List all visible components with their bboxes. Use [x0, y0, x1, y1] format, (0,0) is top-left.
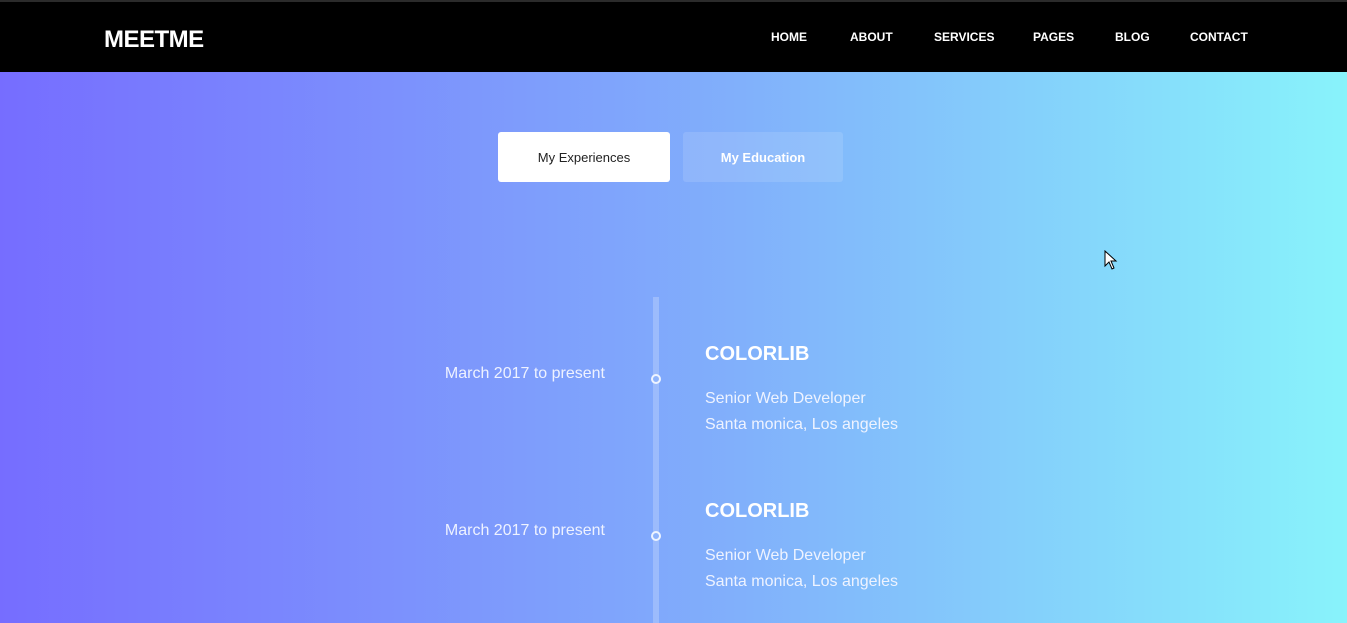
tab-my-education[interactable]: My Education: [683, 132, 843, 182]
timeline-dot: [651, 531, 661, 541]
timeline-company: COLORLIB: [705, 343, 810, 365]
tab-my-experiences[interactable]: My Experiences: [498, 132, 670, 182]
nav-about[interactable]: ABOUT: [850, 30, 893, 44]
timeline-location: Santa monica, Los angeles: [705, 573, 899, 590]
nav-services[interactable]: SERVICES: [934, 30, 994, 44]
timeline-date: March 2017 to present: [444, 365, 605, 382]
timeline-date: March 2017 to present: [444, 522, 605, 539]
timeline-location: Santa monica, Los angeles: [705, 416, 899, 433]
timeline-company: COLORLIB: [705, 500, 810, 522]
nav-home[interactable]: HOME: [771, 30, 807, 44]
mouse-cursor-icon: [1104, 250, 1118, 270]
nav-pages[interactable]: PAGES: [1033, 30, 1074, 44]
nav-contact[interactable]: CONTACT: [1190, 30, 1248, 44]
timeline-role: Senior Web Developer: [705, 390, 866, 407]
timeline-role: Senior Web Developer: [705, 547, 866, 564]
timeline-line: [653, 297, 659, 623]
nav-blog[interactable]: BLOG: [1115, 30, 1150, 44]
timeline-dot: [651, 374, 661, 384]
main-nav: HOME ABOUT SERVICES PAGES BLOG CONTACT: [0, 30, 1347, 50]
top-navbar: MEETME HOME ABOUT SERVICES PAGES BLOG CO…: [0, 0, 1347, 72]
